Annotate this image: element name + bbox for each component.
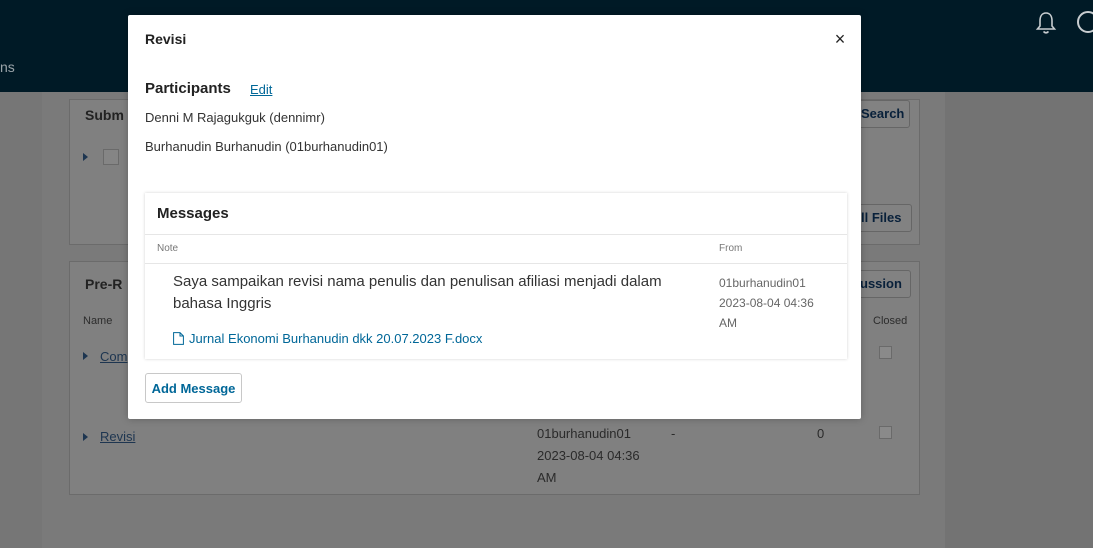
message-from: 01burhanudin01 2023-08-04 04:36 AM — [719, 273, 829, 333]
messages-heading: Messages — [157, 205, 229, 222]
discussion-from-date: 2023-08-04 04:36 — [537, 448, 640, 463]
column-header-from: From — [719, 243, 743, 254]
messages-table-header: Note From — [145, 234, 847, 264]
attachment-filename[interactable]: Jurnal Ekonomi Burhanudin dkk 20.07.2023… — [189, 331, 482, 346]
column-header-closed: Closed — [873, 315, 908, 327]
message-note: Saya sampaikan revisi nama penulis dan p… — [173, 273, 662, 312]
messages-panel: Messages Note From Saya sampaikan revisi… — [145, 193, 847, 359]
message-from-user: 01burhanudin01 — [719, 276, 806, 290]
search-button[interactable]: Search — [855, 100, 910, 128]
edit-participants-link[interactable]: Edit — [250, 82, 272, 97]
message-attachment-link[interactable]: Jurnal Ekonomi Burhanudin dkk 20.07.2023… — [173, 331, 482, 346]
discussion-from-user: 01burhanudin01 — [537, 426, 631, 441]
discussion-reply-count: 0 — [817, 426, 825, 441]
participant-item: Denni M Rajagukguk (dennimr) — [145, 110, 325, 125]
discussion-row-link[interactable]: Com — [100, 349, 127, 364]
expand-caret-icon[interactable] — [83, 433, 88, 441]
add-message-button[interactable]: Add Message — [145, 373, 242, 403]
user-avatar-icon[interactable] — [1077, 11, 1093, 33]
discussion-from-ampm: AM — [537, 470, 557, 485]
close-button[interactable]: × — [828, 27, 852, 51]
message-from-date: 2023-08-04 04:36 — [719, 296, 814, 310]
closed-checkbox[interactable] — [879, 346, 892, 359]
view-all-files-button[interactable]: ll Files — [855, 204, 912, 232]
participants-heading: Participants — [145, 80, 231, 97]
right-sidebar-strip — [945, 92, 1093, 548]
file-type-icon — [103, 149, 119, 165]
bell-icon[interactable] — [1035, 10, 1057, 36]
pre-review-discussions-title: Pre-R — [85, 276, 123, 292]
add-discussion-button[interactable]: ussion — [855, 270, 911, 298]
message-from-ampm: AM — [719, 316, 737, 330]
file-icon — [173, 332, 184, 345]
discussion-from-separator: - — [671, 426, 676, 441]
expand-caret-icon[interactable] — [83, 352, 88, 360]
closed-checkbox[interactable] — [879, 426, 892, 439]
participant-item: Burhanudin Burhanudin (01burhanudin01) — [145, 139, 388, 154]
column-header-name: Name — [83, 315, 113, 327]
submission-files-title: Subm — [85, 107, 124, 123]
left-sidebar-strip — [0, 92, 42, 548]
nav-item-fragment[interactable]: ns — [0, 59, 15, 75]
expand-caret-icon[interactable] — [83, 153, 88, 161]
modal-title: Revisi — [145, 31, 187, 47]
discussion-modal: Revisi × Participants Edit Denni M Rajag… — [128, 15, 861, 419]
discussion-row-link[interactable]: Revisi — [100, 429, 135, 444]
column-header-note: Note — [157, 243, 179, 254]
